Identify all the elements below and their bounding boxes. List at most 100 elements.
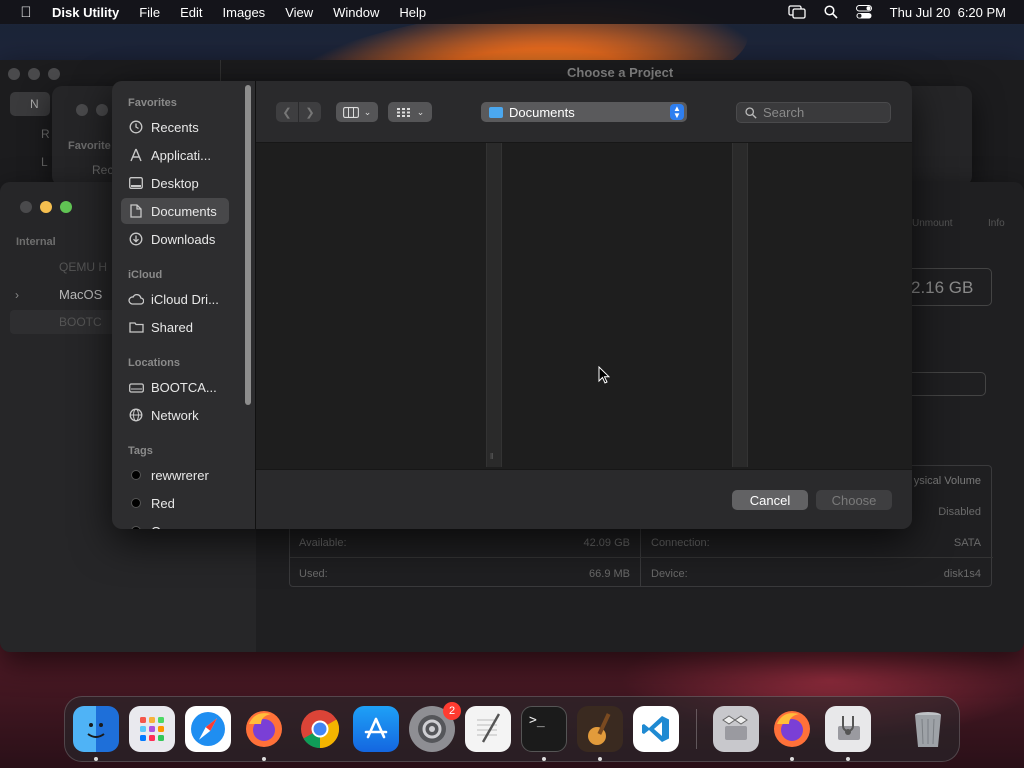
sidebar-item-label: O [151,524,161,530]
du-volume-type: ysical Volume [913,475,981,487]
system-settings-icon[interactable]: 2 [409,702,461,752]
sidebar-item-documents[interactable]: Documents [121,198,229,224]
control-center-icon[interactable] [855,5,872,19]
sidebar-item-icloud-drive[interactable]: iCloud Dri... [121,286,229,312]
sidebar-item-label: Downloads [151,231,216,247]
sidebar-tag-partial[interactable]: O [121,518,229,529]
du-row3-value2: disk1s4 [943,568,981,580]
screen-mirroring-icon[interactable] [788,5,806,19]
du-item-qemu[interactable]: QEMU H [59,260,107,274]
bg-sidebar-item-l: L [41,155,48,169]
sidebar-item-label: BOOTCA... [151,379,217,395]
disclosure-chevron-icon[interactable]: › [15,288,19,302]
firefox-icon[interactable] [769,706,815,752]
launchpad-icon[interactable] [129,706,175,752]
menu-clock[interactable]: Thu Jul 20 6:20 PM [890,5,1006,20]
document-icon [128,203,144,219]
menu-app-name[interactable]: Disk Utility [52,5,129,20]
search-field[interactable] [736,102,891,123]
spotlight-search-icon[interactable] [824,5,838,19]
menu-view[interactable]: View [275,5,323,20]
menu-file[interactable]: File [129,5,170,20]
menu-edit[interactable]: Edit [170,5,212,20]
running-indicator [790,757,794,761]
firefox-icon[interactable] [241,706,287,752]
sidebar-item-shared[interactable]: Shared [121,314,229,340]
tags-header: Tags [128,445,153,457]
sidebar-item-recents[interactable]: Recents [121,114,229,140]
column-view-icon [342,106,359,118]
sidebar-item-label: Recents [151,119,199,135]
sidebar-tag-rewwrerer[interactable]: rewwrerer [121,462,229,488]
minimize-icon[interactable] [28,68,40,80]
grid-view-icon [396,107,410,117]
sidebar-scrollbar[interactable] [245,85,251,405]
minimize-icon[interactable] [40,201,52,213]
chevron-down-icon: ⌄ [363,106,372,117]
sidebar-item-desktop[interactable]: Desktop [121,170,229,196]
garageband-icon[interactable] [577,706,623,752]
locations-header: Locations [128,357,180,369]
search-input[interactable] [763,105,883,120]
sidebar-item-applications[interactable]: Applicati... [121,142,229,168]
disk-utility-icon[interactable] [825,706,871,752]
chrome-icon[interactable] [297,706,343,752]
forward-button[interactable]: ❯ [299,102,321,122]
sidebar-item-network[interactable]: Network [121,402,229,428]
zoom-icon[interactable] [48,68,60,80]
column-browser[interactable]: ‖ [256,143,912,469]
close-icon[interactable] [76,104,88,116]
minimize-icon[interactable] [96,104,108,116]
favorites-header: Favorites [128,97,177,109]
chevron-right-icon: ❯ [305,106,315,119]
sidebar-item-label: Documents [151,203,217,219]
cloud-icon [128,291,144,307]
shared-folder-icon [128,319,144,335]
running-indicator [598,757,602,761]
sidebar-item-downloads[interactable]: Downloads [121,226,229,252]
finder-icon[interactable] [73,706,119,752]
menu-window[interactable]: Window [323,5,389,20]
back-button[interactable]: ❮ [276,102,298,122]
sidebar-tag-red[interactable]: Red [121,490,229,516]
location-popup[interactable]: Documents ▲ ▼ [481,102,687,122]
boot-camp-assistant-icon[interactable] [713,706,759,752]
du-item-bootcamp-label: BOOTC [59,315,102,329]
menu-help[interactable]: Help [389,5,436,20]
textedit-icon[interactable] [465,706,511,752]
app-store-icon[interactable] [353,706,399,752]
du-col-divider [640,526,641,586]
zoom-icon[interactable] [60,201,72,213]
sidebar-item-bootcamp[interactable]: BOOTCA... [121,374,229,400]
terminal-icon[interactable]: >_ [521,706,567,752]
du-item-macos[interactable]: MacOS [59,287,102,302]
choose-button[interactable]: Choose [816,490,892,510]
dialog-sidebar: Favorites Recents Applicati... Desktop D… [112,81,256,529]
du-unmount-label[interactable]: Unmount [912,218,953,229]
resize-grip-icon[interactable]: ‖ [490,452,493,461]
view-mode-button[interactable]: ⌄ [336,102,378,122]
menu-images[interactable]: Images [213,5,276,20]
close-icon[interactable] [20,201,32,213]
du-row3-value: 66.9 MB [589,568,630,580]
apple-menu-icon[interactable]:  [0,4,52,21]
dialog-footer: Cancel Choose [256,469,912,529]
du-item-bootcamp[interactable]: BOOTC [10,310,120,334]
bg-sidebar-item-r: R [41,127,50,141]
vscode-icon[interactable] [633,706,679,752]
du-row2-label: Available: [299,537,347,549]
safari-icon[interactable] [185,706,231,752]
close-icon[interactable] [8,68,20,80]
icloud-header: iCloud [128,269,163,281]
desktop-icon [128,175,144,191]
search-icon [745,106,757,119]
column-divider[interactable]: ‖ [486,143,502,467]
du-info-label[interactable]: Info [988,218,1005,229]
group-button[interactable]: ⌄ [388,102,432,122]
column-divider[interactable] [732,143,748,467]
du-row2-label2: Connection: [651,537,710,549]
cancel-button[interactable]: Cancel [732,490,808,510]
running-indicator [262,757,266,761]
sidebar-item-label: Shared [151,319,193,335]
trash-icon[interactable] [905,706,951,752]
